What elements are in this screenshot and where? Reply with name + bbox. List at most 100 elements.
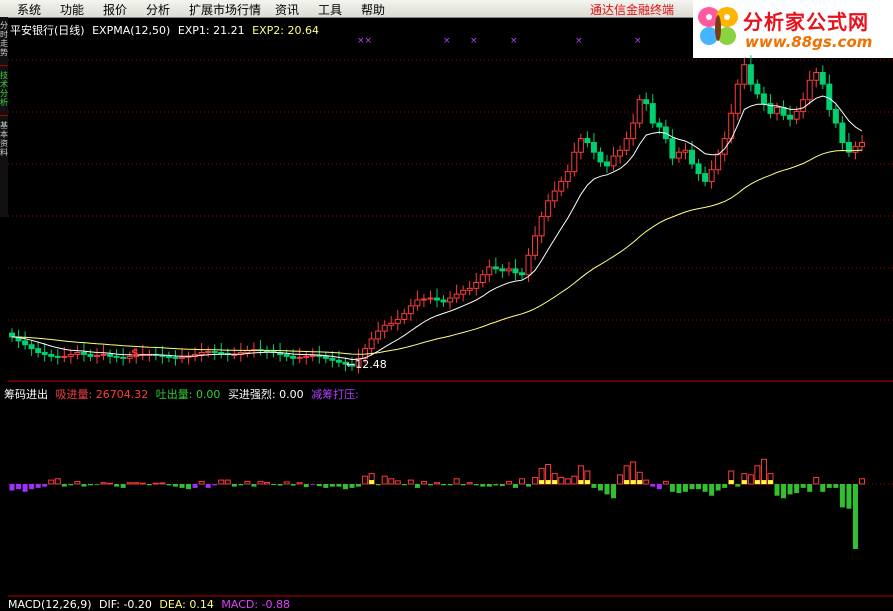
chip-bar-out <box>401 484 407 486</box>
candle-body <box>329 357 336 361</box>
x-marker: × <box>470 36 478 46</box>
chip-bar-in <box>662 480 669 485</box>
chip-bar-out <box>499 484 505 487</box>
chip-bar-strong <box>637 480 643 484</box>
buy-strong-label: 买进强烈: <box>227 388 276 401</box>
chip-bar-out <box>277 484 283 486</box>
chip-bar-out <box>29 484 35 490</box>
chip-bar-out <box>290 484 296 486</box>
chip-bar-in <box>296 482 303 485</box>
candle-body <box>74 352 81 355</box>
chip-bar-in <box>388 478 395 485</box>
candle-body <box>780 107 787 116</box>
candle-body <box>617 149 624 157</box>
spit-label: 吐出量: <box>155 388 193 401</box>
chip-bar-out <box>447 484 453 486</box>
chip-bar-strong <box>552 480 558 484</box>
candle-body <box>80 352 87 355</box>
candle-body <box>649 103 656 124</box>
chip-bar-out <box>9 484 15 491</box>
chip-bar-out <box>833 484 839 488</box>
candle-body <box>434 297 440 301</box>
candle-body <box>388 322 395 326</box>
chip-bar-out <box>852 484 858 549</box>
candle-body <box>165 355 172 358</box>
chip-bar-strong <box>741 480 747 484</box>
candle-body <box>682 149 689 153</box>
candle-body <box>839 122 846 144</box>
chip-bar-out <box>414 484 420 488</box>
chip-bar-out <box>526 484 532 487</box>
candle-body <box>407 305 414 315</box>
candle-body <box>447 297 454 303</box>
chip-bar-in <box>519 478 525 485</box>
chip-bar-strong <box>728 480 734 484</box>
chip-bar-out <box>820 484 826 492</box>
candle-body <box>675 151 682 159</box>
candle-body <box>335 359 342 363</box>
candle-body <box>414 299 421 307</box>
chip-bar-out <box>146 484 152 486</box>
candle-body <box>440 299 447 303</box>
chip-bar-in <box>571 475 578 485</box>
candle-body <box>375 330 382 340</box>
chip-bar-out <box>251 484 257 487</box>
chip-bar-out <box>205 484 211 488</box>
chip-bar-in <box>100 482 107 485</box>
chip-bar-in <box>283 481 290 485</box>
chip-bar-in <box>362 475 369 485</box>
candle-body <box>120 356 127 359</box>
chip-bar-in <box>107 482 114 485</box>
chip-bar-strong <box>630 480 636 484</box>
candle-body <box>100 353 107 356</box>
candle-body <box>584 138 591 144</box>
candle-body <box>859 142 865 147</box>
candle-body <box>656 122 663 128</box>
candle-body <box>669 138 676 159</box>
chip-bar-out <box>591 484 597 488</box>
candle-body <box>597 151 604 163</box>
candle-body <box>35 348 42 354</box>
chip-bar-in <box>218 479 225 485</box>
chip-bar-out <box>271 484 277 486</box>
candle-body <box>532 235 539 256</box>
candle-body <box>205 351 212 354</box>
main-panel-legend: 平安银行(日线) EXPMA(12,50) EXP1: 21.21 EXP2: … <box>10 22 319 38</box>
chip-bar-strong <box>624 480 630 484</box>
chip-bar-in <box>434 482 440 485</box>
candle-body <box>486 266 493 276</box>
chip-bar-in <box>48 479 55 485</box>
candle-body <box>492 266 499 270</box>
chip-panel-title: 筹码进出 <box>4 388 48 401</box>
chip-bar-out <box>94 484 100 485</box>
chip-bar-out <box>238 484 244 486</box>
macd-indicator-name: MACD(12,26,9) <box>8 598 92 611</box>
candle-body <box>381 324 388 332</box>
chip-bar-out <box>604 484 610 495</box>
chip-bar-out <box>120 484 126 488</box>
chip-bar-out <box>22 484 28 492</box>
chip-bar-out <box>336 484 342 487</box>
chip-bar-in <box>152 482 159 485</box>
candle-body <box>296 356 303 359</box>
chip-bar-in <box>224 479 231 485</box>
candle-body <box>512 268 519 274</box>
chip-bar-out <box>722 484 728 488</box>
candle-body <box>505 268 512 272</box>
exp1-value: 21.21 <box>213 24 245 37</box>
chip-bar-out <box>839 484 845 508</box>
chip-bar-in <box>381 475 388 485</box>
indicator-name: EXPMA(12,50) <box>92 24 171 37</box>
candle-body <box>754 83 761 95</box>
chip-bar-out <box>826 484 832 488</box>
dif-label: DIF: <box>99 598 120 611</box>
chip-bar-in <box>257 480 264 485</box>
chip-bar-out <box>166 484 172 486</box>
chip-bar-in <box>813 477 820 485</box>
candle-body <box>283 353 290 357</box>
candle-body <box>218 352 225 354</box>
candle-body <box>708 169 715 182</box>
chip-bar-in <box>453 478 460 485</box>
chip-bar-out <box>179 484 185 488</box>
chip-bar-strong <box>584 480 590 484</box>
